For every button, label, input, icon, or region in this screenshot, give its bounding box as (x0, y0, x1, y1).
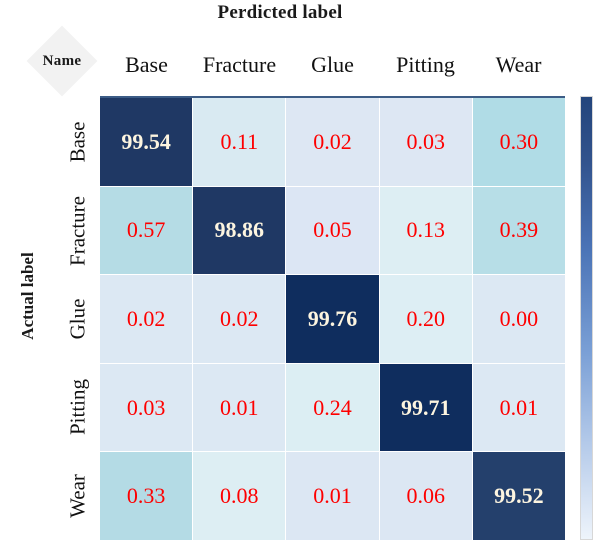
matrix-cell: 0.57 (100, 186, 193, 275)
matrix-cell: 99.54 (100, 98, 193, 186)
row-header-label: Glue (65, 298, 89, 340)
row-header-label: Wear (65, 473, 89, 518)
row-header-label: Base (65, 121, 89, 163)
column-header-fracture: Fracture (202, 52, 277, 77)
matrix-cell: 0.02 (193, 275, 286, 363)
matrix-cell: 0.01 (286, 452, 379, 540)
y-axis-title: Actual label (18, 252, 37, 340)
matrix-cell: 0.30 (472, 98, 565, 186)
column-header-glue: Glue (311, 52, 354, 77)
row-header-label: Fracture (65, 195, 89, 266)
row-header-column: Base Fracture Glue Pitting Wear (55, 98, 100, 540)
matrix-cell: 0.02 (286, 98, 379, 186)
matrix-cell: 0.03 (100, 363, 193, 452)
corner-label: Name (42, 52, 82, 69)
colorbar (580, 96, 593, 540)
row-header-label: Pitting (65, 379, 89, 436)
column-header-wear: Wear (495, 52, 542, 77)
corner-name-cell: Name (26, 25, 98, 97)
matrix-cell: 0.20 (379, 275, 472, 363)
matrix-cell: 98.86 (193, 186, 286, 275)
column-header-base: Base (125, 52, 168, 77)
matrix-cell: 99.71 (379, 363, 472, 452)
row-header-wear: Wear (55, 452, 100, 540)
matrix-cell: 0.00 (472, 275, 565, 363)
matrix-cell: 0.08 (193, 452, 286, 540)
matrix-cell: 0.39 (472, 186, 565, 275)
matrix-cell: 0.33 (100, 452, 193, 540)
matrix-cell: 99.76 (286, 275, 379, 363)
row-header-fracture: Fracture (55, 186, 100, 274)
row-header-pitting: Pitting (55, 363, 100, 451)
column-header-pitting: Pitting (396, 52, 455, 77)
matrix-cell: 0.05 (286, 186, 379, 275)
matrix-cell: 0.02 (100, 275, 193, 363)
matrix-cell: 0.11 (193, 98, 286, 186)
matrix-cell: 0.06 (379, 452, 472, 540)
matrix-cell: 0.01 (472, 363, 565, 452)
matrix-cell: 99.52 (472, 452, 565, 540)
row-header-base: Base (55, 98, 100, 186)
matrix-cell: 0.03 (379, 98, 472, 186)
matrix-cell: 0.13 (379, 186, 472, 275)
page-title: Perdicted label (217, 2, 343, 23)
row-header-glue: Glue (55, 275, 100, 363)
matrix-cell: 0.01 (193, 363, 286, 452)
confusion-matrix: 99.54 0.11 0.02 0.03 0.30 0.57 98.86 0.05 0.13 0.… (100, 98, 565, 540)
matrix-cell: 0.24 (286, 363, 379, 452)
column-header-row: Base Fracture Glue Pitting Wear (100, 40, 565, 90)
